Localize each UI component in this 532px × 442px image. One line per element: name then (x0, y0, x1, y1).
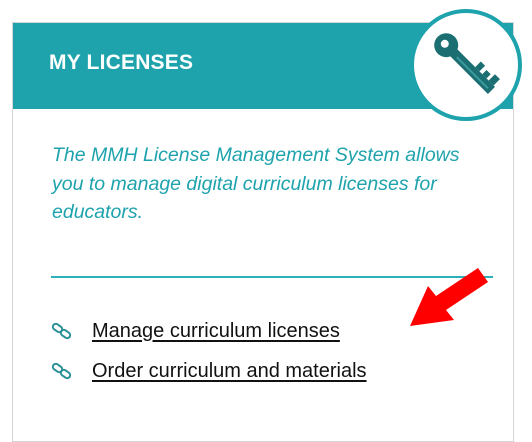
key-icon (434, 33, 500, 94)
list-item: Order curriculum and materials (51, 351, 367, 391)
link-icon (51, 360, 77, 382)
red-arrow-icon (410, 268, 488, 326)
link-icon (51, 320, 77, 342)
list-item: Manage curriculum licenses (51, 311, 367, 351)
licenses-panel: MY LICENSES The MMH License Management S… (12, 9, 522, 442)
link-list: Manage curriculum licenses Order curricu… (51, 311, 367, 391)
panel-description: The MMH License Management System allows… (52, 144, 460, 224)
order-curriculum-link[interactable]: Order curriculum and materials (92, 360, 367, 383)
key-badge (410, 9, 522, 121)
panel-title: MY LICENSES (49, 51, 194, 74)
manage-licenses-link[interactable]: Manage curriculum licenses (92, 320, 340, 343)
